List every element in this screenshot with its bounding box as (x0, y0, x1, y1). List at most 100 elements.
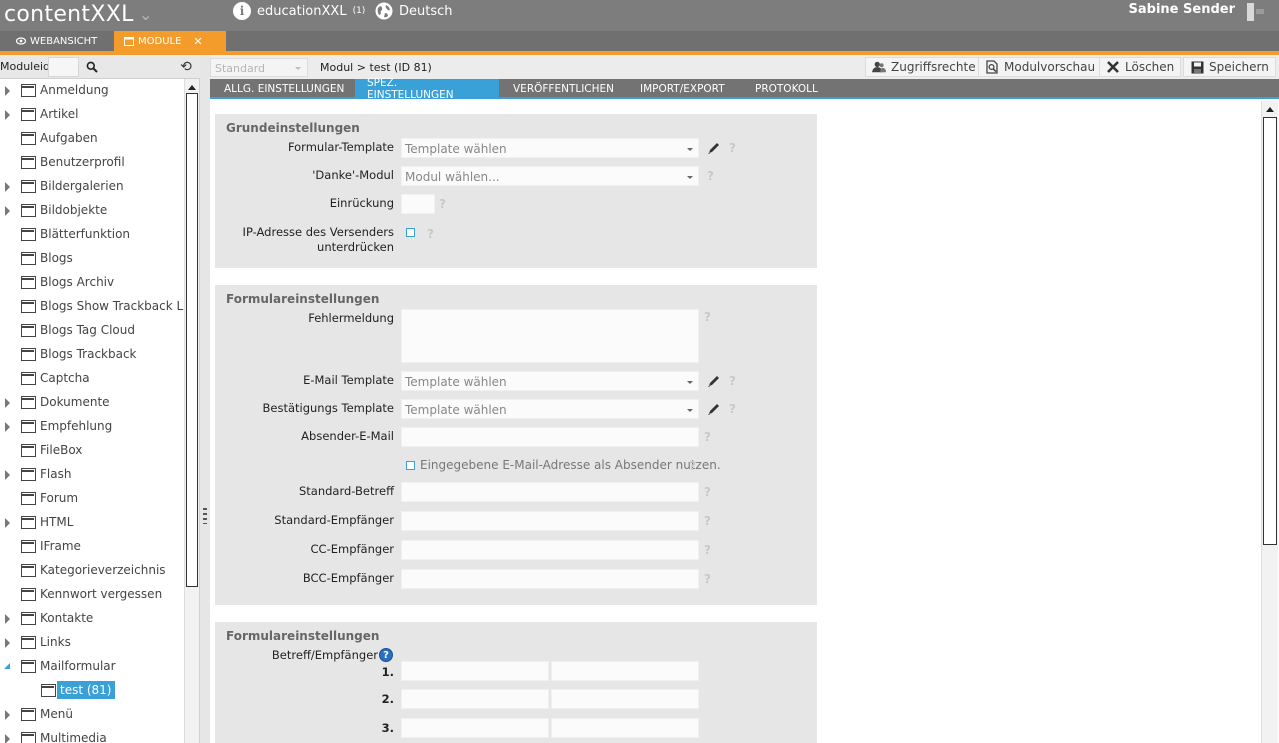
tree-item[interactable]: Kontakte (0, 607, 184, 631)
tree-item[interactable]: IFrame (0, 535, 184, 559)
empfaenger-input-1[interactable] (551, 661, 699, 681)
expand-arrow-icon[interactable] (5, 206, 10, 216)
tree-item[interactable]: Aufgaben (0, 127, 184, 151)
tree-item[interactable]: Dokumente (0, 391, 184, 415)
user-name[interactable]: Sabine Sender (1129, 2, 1235, 17)
standard-betreff-input[interactable] (401, 482, 699, 502)
expand-arrow-icon[interactable] (5, 710, 10, 720)
tree-scrollbar[interactable] (184, 79, 199, 743)
help-icon[interactable]: ? (729, 141, 736, 155)
expand-arrow-icon[interactable] (5, 398, 10, 408)
splitter-grip-icon[interactable] (203, 508, 207, 524)
help-icon[interactable]: ? (689, 459, 696, 473)
tab-module[interactable]: MODULE ✕ (114, 31, 226, 51)
help-icon[interactable]: ? (427, 227, 434, 241)
tree-item[interactable]: Anmeldung (0, 79, 184, 103)
panel-splitter[interactable] (200, 55, 210, 743)
expand-arrow-icon[interactable] (5, 422, 10, 432)
empfaenger-input-2[interactable] (551, 689, 699, 709)
email-template-select[interactable]: Template wählen (401, 371, 699, 391)
tree-item[interactable]: Blogs Tag Cloud (0, 319, 184, 343)
tab-webansicht[interactable]: WEBANSICHT (6, 31, 107, 51)
tree-item[interactable]: FileBox (0, 439, 184, 463)
betreff-input-1[interactable] (401, 661, 549, 681)
tab-import-export[interactable]: IMPORT/EXPORT (628, 79, 737, 99)
expand-arrow-icon[interactable] (5, 182, 10, 192)
module-id-input[interactable] (48, 57, 79, 77)
absender-nutzen-checkbox[interactable] (406, 461, 415, 470)
tree-item[interactable]: Blogs Trackback (0, 343, 184, 367)
tab-protokoll[interactable]: PROTOKOLL (743, 79, 830, 99)
help-icon[interactable]: ? (707, 169, 714, 183)
einrueckung-input[interactable] (401, 194, 435, 214)
tree-item[interactable]: Empfehlung (0, 415, 184, 439)
tree-item[interactable]: Blogs (0, 247, 184, 271)
bestaetigungs-template-select[interactable]: Template wählen (401, 399, 699, 419)
tree-item[interactable]: Mailformular (0, 655, 184, 679)
zugriffsrechte-button[interactable]: Zugriffsrechte (865, 57, 983, 77)
tree-item[interactable]: Menü (0, 703, 184, 727)
scroll-up-icon[interactable] (188, 85, 196, 90)
modulvorschau-button[interactable]: Modulvorschau (978, 57, 1103, 77)
site-selector[interactable]: i educationXXL (1) (233, 2, 365, 20)
edit-pencil-icon[interactable] (707, 374, 721, 388)
tree-item[interactable]: Bildergalerien (0, 175, 184, 199)
fehlermeldung-textarea[interactable] (401, 309, 699, 363)
search-button[interactable] (80, 57, 104, 77)
scroll-up-icon[interactable] (1266, 107, 1274, 112)
help-icon[interactable]: ? (729, 374, 736, 388)
help-icon[interactable]: ? (439, 197, 446, 211)
tree-item[interactable]: Kennwort vergessen (0, 583, 184, 607)
tree-item[interactable]: Links (0, 631, 184, 655)
help-icon[interactable]: ? (704, 543, 711, 557)
tree-item[interactable]: Bildobjekte (0, 199, 184, 223)
tree-item[interactable]: Captcha (0, 367, 184, 391)
tree-item[interactable]: Kategorieverzeichnis (0, 559, 184, 583)
expand-arrow-icon[interactable] (5, 638, 10, 648)
expand-arrow-icon[interactable] (5, 518, 10, 528)
loeschen-button[interactable]: Löschen (1099, 57, 1182, 77)
cc-empfaenger-input[interactable] (401, 540, 699, 560)
help-icon[interactable]: ? (704, 310, 711, 324)
refresh-icon[interactable]: ⟲ (176, 57, 196, 77)
tree-item[interactable]: Benutzerprofil (0, 151, 184, 175)
tree-item[interactable]: Blätterfunktion (0, 223, 184, 247)
help-icon[interactable]: ? (704, 485, 711, 499)
absender-email-input[interactable] (401, 427, 699, 447)
formular-template-select[interactable]: Template wählen (401, 138, 699, 158)
tree-item-child[interactable]: test (81) (0, 679, 184, 703)
expand-arrow-icon[interactable] (5, 614, 10, 624)
help-icon[interactable]: ? (704, 430, 711, 444)
absender-nutzen-label[interactable]: Eingegebene E-Mail-Adresse als Absender … (420, 458, 721, 472)
tab-veroeffentlichen[interactable]: VERÖFFENTLICHEN (501, 79, 626, 99)
app-logo[interactable]: contentXXL (4, 2, 134, 27)
tree-item[interactable]: Blogs Show Trackback Link (0, 295, 184, 319)
standard-empfaenger-input[interactable] (401, 511, 699, 531)
betreff-input-2[interactable] (401, 689, 549, 709)
tab-spez-einstellungen[interactable]: SPEZ. EINSTELLUNGEN (355, 77, 499, 101)
expand-arrow-icon[interactable] (5, 734, 10, 743)
edit-pencil-icon[interactable] (707, 141, 721, 155)
tree-item[interactable]: Artikel (0, 103, 184, 127)
tree-item[interactable]: Blogs Archiv (0, 271, 184, 295)
bcc-empfaenger-input[interactable] (401, 569, 699, 589)
tab-allg-einstellungen[interactable]: ALLG. EINSTELLUNGEN (212, 79, 356, 99)
logo-chevron-down-icon[interactable]: ⌄ (139, 5, 152, 24)
tree-item[interactable]: Multimedia (0, 727, 184, 743)
danke-modul-select[interactable]: Modul wählen... (401, 166, 699, 186)
scrollbar-thumb[interactable] (1263, 117, 1277, 545)
tree-item[interactable]: Flash (0, 463, 184, 487)
expand-arrow-icon[interactable] (5, 470, 10, 480)
betreff-input-3[interactable] (401, 718, 549, 738)
standard-select[interactable]: Standard (210, 58, 308, 77)
scrollbar-thumb[interactable] (186, 93, 198, 587)
help-icon[interactable]: ? (704, 572, 711, 586)
help-icon[interactable]: ? (704, 514, 711, 528)
help-icon[interactable]: ? (729, 402, 736, 416)
content-scrollbar[interactable] (1261, 101, 1278, 743)
expand-arrow-icon[interactable] (5, 86, 10, 96)
speichern-button[interactable]: Speichern (1183, 57, 1276, 77)
logout-icon[interactable] (1247, 3, 1267, 21)
expand-arrow-icon[interactable] (5, 110, 10, 120)
language-selector[interactable]: Deutsch (375, 2, 453, 20)
